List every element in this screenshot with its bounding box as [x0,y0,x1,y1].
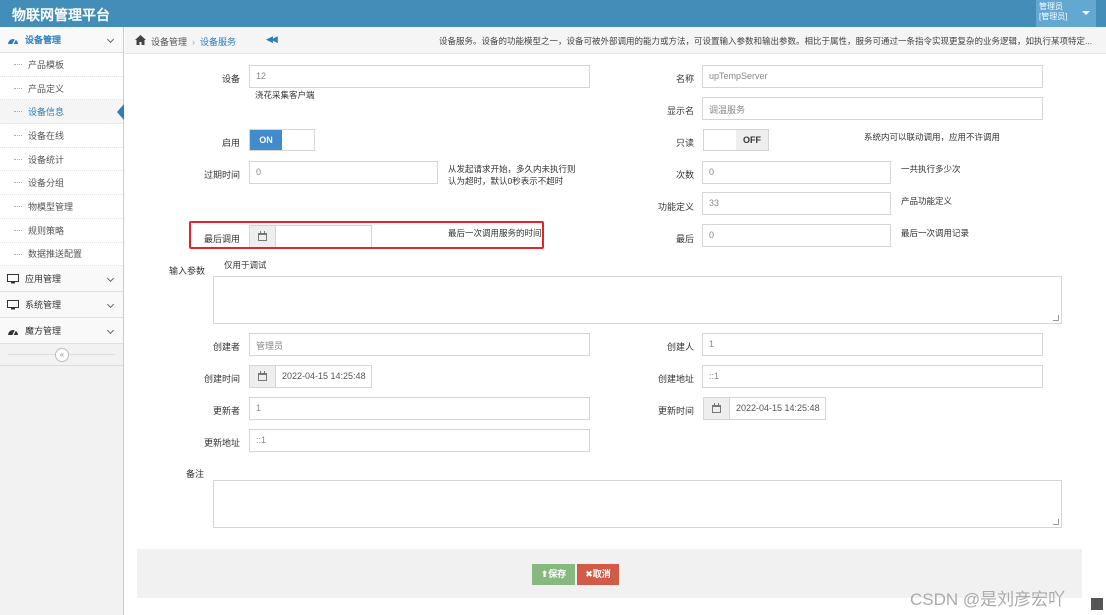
monitor-icon [7,273,19,284]
function-note: 产品功能定义 [901,196,953,206]
nav-magic-management-label: 魔方管理 [25,326,62,337]
watermark: CSDN @是刘彦宏吖 [910,590,1066,609]
enable-toggle-on: ON [250,130,282,150]
submenu-product-template[interactable]: 产品模板 [0,53,123,77]
last-note: 最后一次调用记录 [901,228,970,238]
nav-app-management-label: 应用管理 [25,274,62,285]
readonly-toggle-off: OFF [736,130,768,150]
input-params-label: 输入参数 [168,266,205,276]
last-label: 最后 [675,234,694,244]
name-label: 名称 [675,74,694,84]
nav-device-management-label: 设备管理 [25,35,62,45]
nav-app-management[interactable]: 应用管理 [0,266,123,293]
count-label: 次数 [675,170,694,180]
display-name-field[interactable]: 调温服务 [702,97,1043,120]
submenu-device-group[interactable]: 设备分组 [0,171,123,196]
annotation-highlight-box [189,221,544,249]
updater-field[interactable]: 1 [249,397,590,420]
create-address-field[interactable]: ::1 [702,365,1043,388]
create-time-label: 创建时间 [203,374,240,384]
submenu-thing-model[interactable]: 物模型管理 [0,195,123,219]
user-menu[interactable]: 管理员 [管理员] [1036,0,1096,27]
chevron-down-icon [106,275,115,283]
submenu-product-definition[interactable]: 产品定义 [0,77,123,101]
count-field[interactable]: 0 [702,161,891,184]
update-time-label: 更新时间 [657,406,694,416]
function-label: 功能定义 [657,202,694,212]
resize-grip-icon[interactable] [1053,519,1059,525]
nav-system-management-label: 系统管理 [25,300,62,311]
app-title: 物联网管理平台 [12,7,110,23]
breadcrumb: 设备管理 › 设备服务 ◀◀ 设备服务。设备的功能模型之一，设备可被外部调用的能… [125,27,1106,54]
dashboard-icon [7,325,19,336]
readonly-note: 系统内可以联动调用，应用不许调用 [864,132,1001,142]
name-field[interactable]: upTempServer [702,65,1043,88]
submenu-device-online[interactable]: 设备在线 [0,124,123,148]
remark-textarea[interactable] [213,480,1062,528]
create-time-field[interactable]: 2022-04-15 14:25:48 [275,365,372,388]
creator-label: 创建者 [212,342,240,352]
updater-label: 更新者 [212,406,240,416]
monitor-icon [7,299,19,310]
count-note: 一共执行多少次 [901,164,961,174]
nav-magic-management[interactable]: 魔方管理 [0,318,123,345]
update-time-calendar[interactable] [703,397,730,420]
breadcrumb-separator: › [192,36,196,47]
create-time-calendar[interactable] [249,365,276,388]
back-arrow-icon[interactable]: ◀◀ [266,34,278,45]
update-time-field[interactable]: 2022-04-15 14:25:48 [729,397,826,420]
enable-label: 启用 [221,138,240,148]
update-address-label: 更新地址 [203,438,240,448]
input-params-textarea[interactable] [213,276,1062,324]
submenu-device-stats[interactable]: 设备统计 [0,148,123,172]
submenu-rule-policy[interactable]: 规则策略 [0,219,123,243]
expire-label: 过期时间 [203,170,240,180]
readonly-label: 只读 [675,138,694,148]
calendar-icon [258,370,267,381]
save-button[interactable]: ⬆保存 [532,564,575,585]
submenu-data-push[interactable]: 数据推送配置 [0,243,123,267]
remark-label: 备注 [185,469,204,479]
create-address-label: 创建地址 [657,374,694,384]
expire-field[interactable]: 0 [249,161,438,184]
caret-down-icon [1082,11,1090,15]
breadcrumb-home-link[interactable]: 设备管理 [151,35,187,48]
resize-grip-icon[interactable] [1053,315,1059,321]
dashboard-icon [7,34,19,45]
page-description: 设备服务。设备的功能模型之一，设备可被外部调用的能力或方法，可设置输入参数和输出… [439,36,1093,46]
expire-note: 从发起请求开始，多久内未执行则认为超时，默认0秒表示不超时 [448,164,576,186]
device-note: 浇花采集客户端 [255,90,315,100]
readonly-toggle[interactable]: OFF [703,129,769,151]
input-params-note: 仅用于调试 [224,260,267,270]
home-icon [135,35,146,48]
scroll-corner[interactable] [1091,598,1103,610]
sidebar-collapse: « [0,344,123,367]
function-field[interactable]: 33 [702,192,891,215]
update-address-field[interactable]: ::1 [249,429,590,452]
last-field[interactable]: 0 [702,224,891,247]
creator-user-label: 创建人 [666,342,694,352]
submenu-device-info[interactable]: 设备信息 [0,100,124,125]
nav-system-management[interactable]: 系统管理 [0,292,123,319]
nav-device-management[interactable]: 设备管理 [0,27,123,53]
device-submenu: 产品模板 产品定义 设备信息 设备在线 设备统计 设备分组 物模型管理 规则策略… [0,53,124,267]
collapse-sidebar-icon[interactable]: « [55,348,69,363]
chevron-down-icon [106,35,115,44]
device-label: 设备 [221,74,240,84]
creator-field[interactable]: 管理员 [249,333,590,356]
top-navbar: 物联网管理平台 管理员 [管理员] [0,0,1106,27]
cancel-button[interactable]: ✖取消 [577,564,619,585]
sidebar: 设备管理 产品模板 产品定义 设备信息 设备在线 设备统计 设备分组 物模型管理… [0,27,124,615]
creator-user-field[interactable]: 1 [702,333,1043,356]
breadcrumb-current: 设备服务 [200,37,237,47]
display-name-label: 显示名 [666,106,694,116]
device-field[interactable]: 12 [249,65,590,88]
calendar-icon [712,402,721,413]
chevron-down-icon [106,301,115,309]
chevron-down-icon [106,327,115,335]
enable-toggle[interactable]: ON [249,129,315,151]
